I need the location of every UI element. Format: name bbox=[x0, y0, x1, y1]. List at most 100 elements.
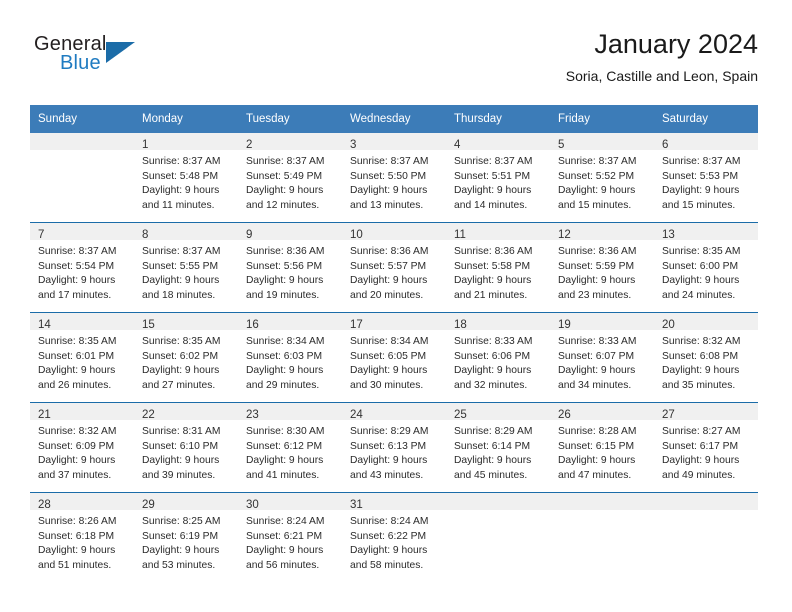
calendar-day-cell[interactable]: 11 Sunrise: 8:36 AM Sunset: 5:58 PM Dayligh… bbox=[446, 222, 550, 313]
calendar-day-cell[interactable]: 28 Sunrise: 8:26 AM Sunset: 6:18 PM Dayligh… bbox=[30, 492, 134, 582]
sunrise-line: Sunrise: 8:36 AM bbox=[454, 246, 533, 257]
calendar-day-cell[interactable]: 12 Sunrise: 8:36 AM Sunset: 5:59 PM Dayligh… bbox=[550, 222, 654, 313]
daylight-line: Daylight: 9 hours bbox=[38, 365, 116, 377]
day-number-band: 9 bbox=[238, 223, 342, 241]
calendar-day-cell[interactable]: 30 Sunrise: 8:24 AM Sunset: 6:21 PM Dayligh… bbox=[238, 492, 342, 582]
sunset-line: Sunset: 6:18 PM bbox=[38, 530, 115, 542]
day-number: 9 bbox=[246, 229, 253, 241]
sunrise-line: Sunrise: 8:31 AM bbox=[142, 426, 221, 437]
day-number-band: 4 bbox=[446, 133, 550, 151]
calendar-day-cell[interactable]: 7 Sunrise: 8:37 AM Sunset: 5:54 PM Daylight… bbox=[30, 222, 134, 313]
day-detail-lines: Sunrise: 8:25 AM Sunset: 6:19 PM Daylight:… bbox=[134, 510, 238, 573]
day-number-band: 31 bbox=[342, 493, 446, 511]
day-cell-inner: 1 Sunrise: 8:37 AM Sunset: 5:48 PM Daylight… bbox=[134, 133, 238, 222]
day-cell-inner: 12 Sunrise: 8:36 AM Sunset: 5:59 PM Dayligh… bbox=[550, 223, 654, 312]
calendar-day-cell[interactable]: 25 Sunrise: 8:29 AM Sunset: 6:14 PM Dayligh… bbox=[446, 402, 550, 493]
day-number: 17 bbox=[350, 319, 363, 331]
brand-name-blue: Blue bbox=[60, 52, 101, 74]
sunset-line: Sunset: 6:07 PM bbox=[558, 350, 635, 362]
day-number-band bbox=[550, 493, 654, 510]
calendar-day-cell[interactable]: 21 Sunrise: 8:32 AM Sunset: 6:09 PM Dayligh… bbox=[30, 402, 134, 493]
daylight-line: Daylight: 9 hours bbox=[662, 455, 740, 467]
daylight-line-cont: and 27 minutes. bbox=[142, 379, 216, 391]
day-number: 24 bbox=[350, 409, 363, 421]
day-number: 29 bbox=[142, 499, 155, 511]
calendar-day-cell[interactable]: 1 Sunrise: 8:37 AM Sunset: 5:48 PM Daylight… bbox=[134, 133, 238, 223]
calendar-day-cell[interactable]: 26 Sunrise: 8:28 AM Sunset: 6:15 PM Dayligh… bbox=[550, 402, 654, 493]
day-number-band: 29 bbox=[134, 493, 238, 511]
day-cell-inner: 20 Sunrise: 8:32 AM Sunset: 6:08 PM Dayligh… bbox=[654, 313, 758, 402]
day-cell-inner: 11 Sunrise: 8:36 AM Sunset: 5:58 PM Dayligh… bbox=[446, 223, 550, 312]
daylight-line-cont: and 43 minutes. bbox=[350, 469, 424, 481]
calendar-day-cell[interactable]: 10 Sunrise: 8:36 AM Sunset: 5:57 PM Dayligh… bbox=[342, 222, 446, 313]
calendar-day-cell[interactable]: 5 Sunrise: 8:37 AM Sunset: 5:52 PM Daylight… bbox=[550, 133, 654, 223]
day-detail-lines: Sunrise: 8:37 AM Sunset: 5:54 PM Daylight:… bbox=[30, 240, 134, 303]
day-detail-lines: Sunrise: 8:37 AM Sunset: 5:55 PM Daylight:… bbox=[134, 240, 238, 303]
daylight-line: Daylight: 9 hours bbox=[454, 275, 532, 287]
sunset-line: Sunset: 6:02 PM bbox=[142, 350, 219, 362]
day-detail-lines: Sunrise: 8:29 AM Sunset: 6:13 PM Daylight:… bbox=[342, 420, 446, 483]
daylight-line-cont: and 12 minutes. bbox=[246, 199, 320, 211]
page-header: General Blue January 2024 Soria, Castill… bbox=[0, 0, 792, 84]
sunset-line: Sunset: 6:22 PM bbox=[350, 530, 427, 542]
calendar-day-cell[interactable]: 18 Sunrise: 8:33 AM Sunset: 6:06 PM Dayligh… bbox=[446, 312, 550, 403]
day-number: 25 bbox=[454, 409, 467, 421]
day-cell-inner: 26 Sunrise: 8:28 AM Sunset: 6:15 PM Dayligh… bbox=[550, 403, 654, 492]
day-detail-lines: Sunrise: 8:35 AM Sunset: 6:01 PM Daylight:… bbox=[30, 330, 134, 393]
calendar-day-cell[interactable]: 13 Sunrise: 8:35 AM Sunset: 6:00 PM Dayligh… bbox=[654, 222, 758, 313]
sunset-line: Sunset: 5:53 PM bbox=[662, 170, 739, 182]
calendar-day-cell[interactable]: 23 Sunrise: 8:30 AM Sunset: 6:12 PM Dayligh… bbox=[238, 402, 342, 493]
calendar-day-cell[interactable]: 2 Sunrise: 8:37 AM Sunset: 5:49 PM Daylight… bbox=[238, 133, 342, 223]
daylight-line: Daylight: 9 hours bbox=[38, 275, 116, 287]
brand-logo[interactable]: General Blue bbox=[34, 33, 184, 81]
calendar-week-row: 28 Sunrise: 8:26 AM Sunset: 6:18 PM Dayligh… bbox=[30, 492, 758, 582]
day-detail-lines: Sunrise: 8:37 AM Sunset: 5:49 PM Daylight:… bbox=[238, 150, 342, 213]
daylight-line-cont: and 29 minutes. bbox=[246, 379, 320, 391]
day-number: 18 bbox=[454, 319, 467, 331]
day-detail-lines: Sunrise: 8:31 AM Sunset: 6:10 PM Daylight:… bbox=[134, 420, 238, 483]
daylight-line: Daylight: 9 hours bbox=[350, 545, 428, 557]
day-detail-lines: Sunrise: 8:24 AM Sunset: 6:21 PM Daylight:… bbox=[238, 510, 342, 573]
day-number: 31 bbox=[350, 499, 363, 511]
calendar-day-cell[interactable]: 9 Sunrise: 8:36 AM Sunset: 5:56 PM Daylight… bbox=[238, 222, 342, 313]
day-detail-lines: Sunrise: 8:35 AM Sunset: 6:00 PM Daylight:… bbox=[654, 240, 758, 303]
calendar-day-cell[interactable]: 29 Sunrise: 8:25 AM Sunset: 6:19 PM Dayligh… bbox=[134, 492, 238, 582]
day-detail-lines: Sunrise: 8:27 AM Sunset: 6:17 PM Daylight:… bbox=[654, 420, 758, 483]
sunrise-line: Sunrise: 8:29 AM bbox=[454, 426, 533, 437]
day-cell-inner: 29 Sunrise: 8:25 AM Sunset: 6:19 PM Dayligh… bbox=[134, 493, 238, 582]
calendar-day-cell[interactable]: 8 Sunrise: 8:37 AM Sunset: 5:55 PM Daylight… bbox=[134, 222, 238, 313]
daylight-line: Daylight: 9 hours bbox=[454, 455, 532, 467]
calendar-day-cell[interactable]: 15 Sunrise: 8:35 AM Sunset: 6:02 PM Dayligh… bbox=[134, 312, 238, 403]
daylight-line-cont: and 49 minutes. bbox=[662, 469, 736, 481]
daylight-line-cont: and 35 minutes. bbox=[662, 379, 736, 391]
calendar-week-row: 1 Sunrise: 8:37 AM Sunset: 5:48 PM Daylight… bbox=[30, 133, 758, 223]
day-detail-lines: Sunrise: 8:33 AM Sunset: 6:07 PM Daylight:… bbox=[550, 330, 654, 393]
day-number-band bbox=[654, 493, 758, 510]
calendar-day-cell[interactable]: 31 Sunrise: 8:24 AM Sunset: 6:22 PM Dayligh… bbox=[342, 492, 446, 582]
sunrise-line: Sunrise: 8:34 AM bbox=[350, 336, 429, 347]
calendar-day-cell[interactable]: 20 Sunrise: 8:32 AM Sunset: 6:08 PM Dayligh… bbox=[654, 312, 758, 403]
calendar-day-cell[interactable]: 16 Sunrise: 8:34 AM Sunset: 6:03 PM Dayligh… bbox=[238, 312, 342, 403]
calendar-day-cell[interactable]: 19 Sunrise: 8:33 AM Sunset: 6:07 PM Dayligh… bbox=[550, 312, 654, 403]
daylight-line-cont: and 58 minutes. bbox=[350, 559, 424, 571]
sunrise-line: Sunrise: 8:33 AM bbox=[558, 336, 637, 347]
day-number: 27 bbox=[662, 409, 675, 421]
calendar-day-cell[interactable]: 14 Sunrise: 8:35 AM Sunset: 6:01 PM Dayligh… bbox=[30, 312, 134, 403]
calendar-day-cell[interactable]: 17 Sunrise: 8:34 AM Sunset: 6:05 PM Dayligh… bbox=[342, 312, 446, 403]
sunrise-line: Sunrise: 8:32 AM bbox=[662, 336, 741, 347]
daylight-line-cont: and 17 minutes. bbox=[38, 289, 112, 301]
calendar-day-cell[interactable]: 22 Sunrise: 8:31 AM Sunset: 6:10 PM Dayligh… bbox=[134, 402, 238, 493]
day-number-band: 13 bbox=[654, 223, 758, 241]
calendar-day-cell[interactable]: 3 Sunrise: 8:37 AM Sunset: 5:50 PM Daylight… bbox=[342, 133, 446, 223]
day-number-band: 17 bbox=[342, 313, 446, 331]
day-cell-inner: 30 Sunrise: 8:24 AM Sunset: 6:21 PM Dayligh… bbox=[238, 493, 342, 582]
sunrise-line: Sunrise: 8:37 AM bbox=[142, 246, 221, 257]
calendar-day-cell[interactable]: 27 Sunrise: 8:27 AM Sunset: 6:17 PM Dayligh… bbox=[654, 402, 758, 493]
sunrise-line: Sunrise: 8:28 AM bbox=[558, 426, 637, 437]
day-cell-inner: 28 Sunrise: 8:26 AM Sunset: 6:18 PM Dayligh… bbox=[30, 493, 134, 582]
calendar-day-cell-empty bbox=[446, 492, 550, 582]
day-cell-inner: 6 Sunrise: 8:37 AM Sunset: 5:53 PM Daylight… bbox=[654, 133, 758, 222]
calendar-day-cell[interactable]: 24 Sunrise: 8:29 AM Sunset: 6:13 PM Dayligh… bbox=[342, 402, 446, 493]
calendar-day-cell[interactable]: 4 Sunrise: 8:37 AM Sunset: 5:51 PM Daylight… bbox=[446, 133, 550, 223]
calendar-day-cell[interactable]: 6 Sunrise: 8:37 AM Sunset: 5:53 PM Daylight… bbox=[654, 133, 758, 223]
